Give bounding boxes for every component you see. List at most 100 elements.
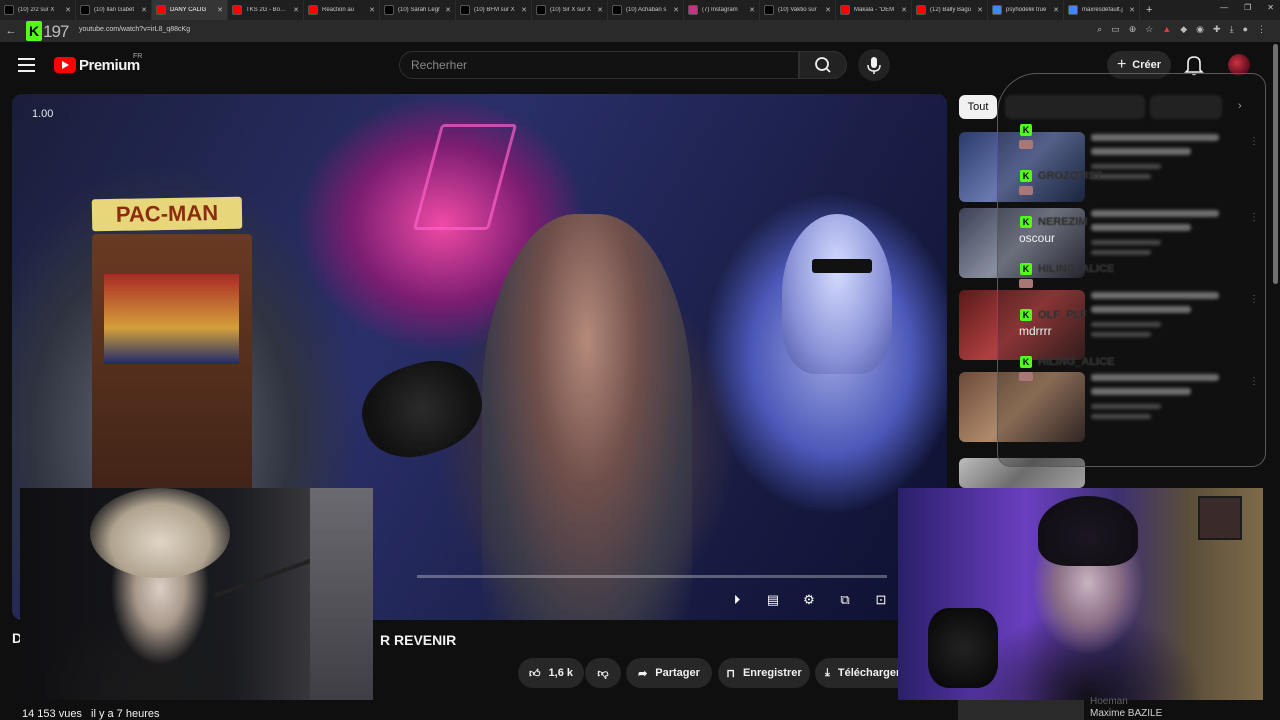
- back-icon[interactable]: ←: [0, 25, 22, 37]
- search-input[interactable]: Recherher: [399, 51, 799, 79]
- video-progress-bar[interactable]: [417, 575, 887, 578]
- webcam-microphone: [928, 608, 998, 688]
- filter-chip-all[interactable]: Tout: [959, 95, 997, 119]
- youtube-logo-icon[interactable]: [54, 57, 76, 73]
- close-tab-icon[interactable]: ✕: [1129, 6, 1135, 14]
- chat-message: K HILING_ALICE: [1020, 261, 1114, 277]
- close-tab-icon[interactable]: ✕: [1053, 6, 1059, 14]
- pacman-marquee-decoration: PAC-MAN: [91, 196, 243, 232]
- share-button[interactable]: ➦ Partager: [626, 658, 712, 688]
- kick-chat-icon: K: [1020, 309, 1032, 321]
- share-label: Partager: [655, 667, 700, 679]
- close-window-icon[interactable]: ✕: [1267, 3, 1274, 12]
- search-button[interactable]: [799, 51, 847, 79]
- recommended-thumbnail-partial[interactable]: [958, 700, 1084, 720]
- tab-favicon-icon: [840, 5, 850, 15]
- browser-tab[interactable]: (10) BFM sur X ✕: [456, 0, 532, 20]
- dislike-button[interactable]: 👎︎: [585, 658, 621, 688]
- close-tab-icon[interactable]: ✕: [217, 6, 223, 14]
- minimize-icon[interactable]: —: [1220, 3, 1228, 12]
- webcam-wall: [310, 488, 373, 700]
- close-tab-icon[interactable]: ✕: [521, 6, 527, 14]
- like-button[interactable]: 👍︎ 1,6 k: [518, 658, 584, 688]
- close-tab-icon[interactable]: ✕: [825, 6, 831, 14]
- browser-tab[interactable]: Réaction au ✕: [304, 0, 380, 20]
- browser-tab[interactable]: Makala - "DEM ✕: [836, 0, 912, 20]
- browser-tab-strip: (10) 2/2 sur X ✕ (10) Ilan Gabet ✕ DANY CALI…: [0, 0, 1280, 20]
- thumbs-down-icon: 👎︎: [597, 667, 609, 680]
- chat-username: OLF_PLF: [1038, 309, 1087, 321]
- save-button[interactable]: ⊓ Enregistrer: [718, 658, 810, 688]
- kick-viewer-count: 197: [43, 22, 69, 41]
- channel-name-ghost: Hoeman: [1090, 696, 1128, 707]
- tab-favicon-icon: [536, 5, 546, 15]
- close-tab-icon[interactable]: ✕: [293, 6, 299, 14]
- browser-tab[interactable]: (10) Sarah Legr ✕: [380, 0, 456, 20]
- cast-to-tv-icon[interactable]: ⊡: [870, 592, 892, 608]
- upload-age: il y a 7 heures: [91, 708, 160, 720]
- download-icon[interactable]: ⤓: [1230, 24, 1234, 35]
- subtitles-icon[interactable]: ▤: [762, 592, 784, 608]
- url-field[interactable]: youtube.com/watch?v=irL8_q88cKg: [79, 26, 190, 33]
- bookmark-star-icon[interactable]: ☆: [1145, 24, 1153, 35]
- page-scrollbar[interactable]: [1273, 44, 1278, 284]
- close-tab-icon[interactable]: ✕: [445, 6, 451, 14]
- tab-favicon-icon: [308, 5, 318, 15]
- close-tab-icon[interactable]: ✕: [369, 6, 375, 14]
- browser-tab[interactable]: (12) Bally Bagu ✕: [912, 0, 988, 20]
- tab-title: (10) 2/2 sur X: [18, 7, 55, 13]
- address-bar: ←: [0, 20, 1280, 42]
- browser-tab[interactable]: (7) Instagram ✕: [684, 0, 760, 20]
- tab-favicon-icon: [384, 5, 394, 15]
- search-tabs-icon[interactable]: ⌕: [1097, 24, 1102, 35]
- webcam-person-hair: [90, 488, 230, 578]
- browser-tab[interactable]: TKS 2G - Bouce ✕: [228, 0, 304, 20]
- maximize-icon[interactable]: ❐: [1244, 3, 1251, 12]
- browser-tab[interactable]: (10) 2/2 sur X ✕: [0, 0, 76, 20]
- channel-name[interactable]: Maxime BAZILE: [1090, 708, 1162, 719]
- extension-icon[interactable]: ◆: [1180, 24, 1187, 35]
- autoplay-toggle-icon[interactable]: ⏵: [726, 592, 748, 608]
- close-tab-icon[interactable]: ✕: [749, 6, 755, 14]
- streamer-webcam-left: [20, 488, 373, 700]
- close-tab-icon[interactable]: ✕: [977, 6, 983, 14]
- puzzle-icon[interactable]: ✚: [1213, 24, 1221, 35]
- profile-icon[interactable]: ●: [1243, 24, 1248, 35]
- tab-title: maxresdefault.j: [1082, 7, 1123, 13]
- settings-gear-icon[interactable]: ⚙: [798, 592, 820, 608]
- tab-favicon-icon: [460, 5, 470, 15]
- hamburger-menu-icon[interactable]: [18, 58, 35, 72]
- brand-name[interactable]: Premium: [79, 57, 140, 74]
- browser-tab[interactable]: (10) Ilan Gabet ✕: [76, 0, 152, 20]
- chat-user-badge: [1019, 140, 1033, 149]
- browser-tab[interactable]: psyhodelik true ✕: [988, 0, 1064, 20]
- close-tab-icon[interactable]: ✕: [597, 6, 603, 14]
- chat-message-text: oscour: [1019, 231, 1056, 245]
- video-title-end: R REVENIR: [380, 632, 457, 648]
- extension-icon-2[interactable]: ◉: [1196, 24, 1204, 35]
- tab-title: (10) Achaban s: [626, 7, 667, 13]
- chat-message: K NEREZIM: [1020, 214, 1088, 230]
- browser-tab[interactable]: (10) Achaban s ✕: [608, 0, 684, 20]
- kick-chat-icon: K: [1020, 216, 1032, 228]
- browser-tab[interactable]: (10) Sir X sur X ✕: [532, 0, 608, 20]
- browser-tab[interactable]: maxresdefault.j ✕: [1064, 0, 1140, 20]
- tab-favicon-icon: [232, 5, 242, 15]
- browser-tab[interactable]: DANY CALIG ✕: [152, 0, 228, 20]
- close-tab-icon[interactable]: ✕: [65, 6, 71, 14]
- cast-icon[interactable]: ▭: [1111, 24, 1120, 35]
- close-tab-icon[interactable]: ✕: [141, 6, 147, 14]
- view-count: 14 153 vues: [22, 708, 82, 720]
- tab-favicon-icon: [992, 5, 1002, 15]
- miniplayer-icon[interactable]: ⧉: [834, 592, 856, 608]
- pdf-extension-icon[interactable]: ▲: [1162, 24, 1171, 35]
- close-tab-icon[interactable]: ✕: [673, 6, 679, 14]
- zoom-icon[interactable]: ⊕: [1129, 24, 1137, 35]
- kick-badge: K: [26, 21, 42, 41]
- close-tab-icon[interactable]: ✕: [901, 6, 907, 14]
- chrome-menu-icon[interactable]: ⋮: [1257, 24, 1266, 35]
- new-tab-icon[interactable]: +: [1140, 4, 1158, 16]
- download-button[interactable]: ⤓ Télécharger: [815, 658, 910, 688]
- voice-search-button[interactable]: [858, 49, 890, 81]
- browser-tab[interactable]: (10) Vaktio sur ✕: [760, 0, 836, 20]
